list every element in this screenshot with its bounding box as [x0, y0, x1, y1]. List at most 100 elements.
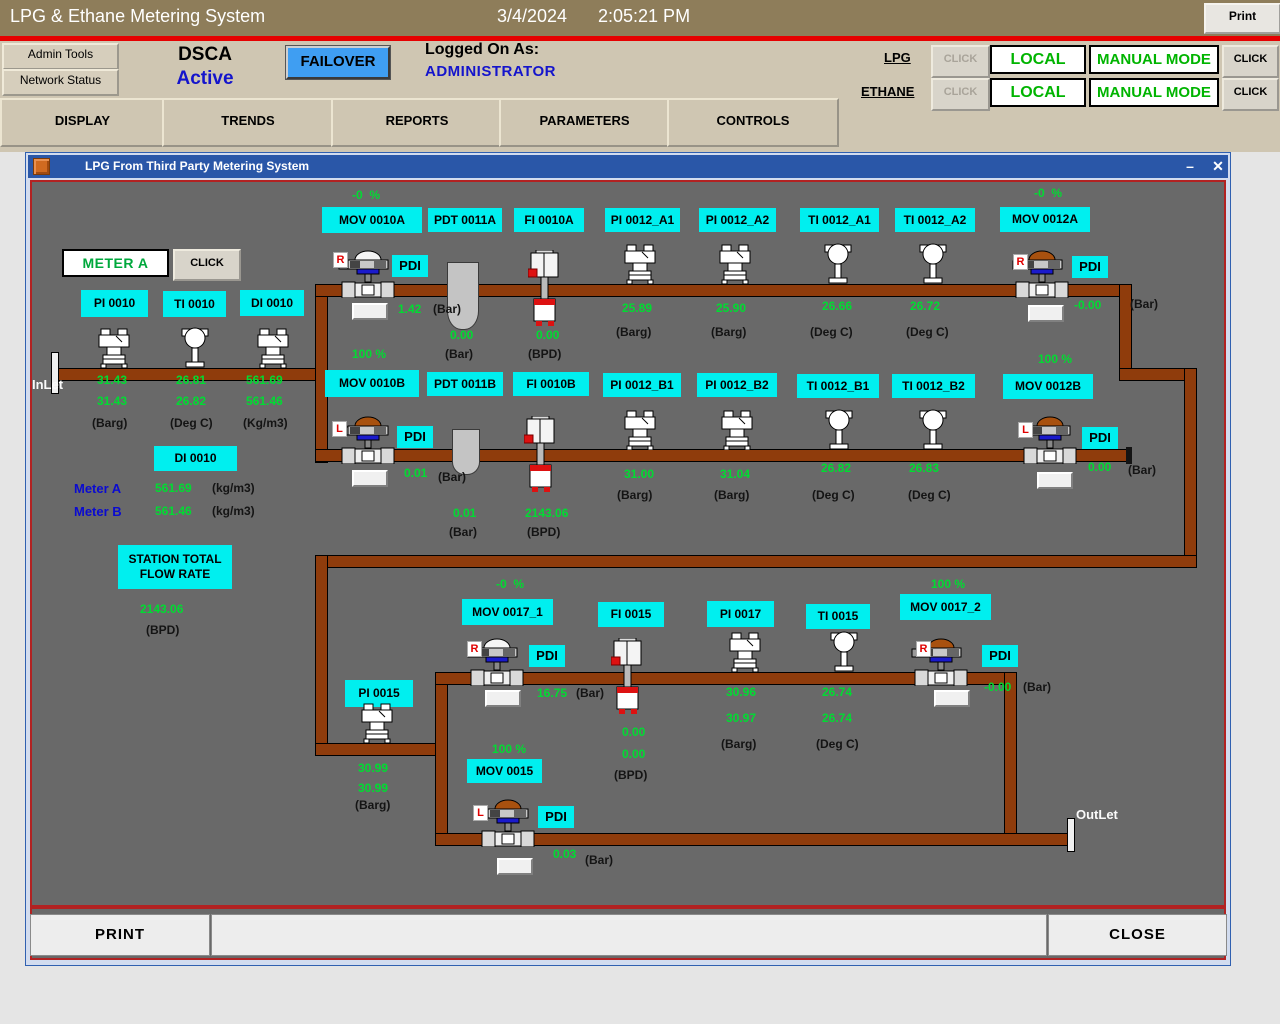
unit-text: (Barg) [721, 737, 756, 751]
equipment-label-station-total-flow-rate[interactable]: STATION TOTAL FLOW RATE [118, 545, 232, 589]
equipment-label-fi-0015[interactable]: FI 0015 [598, 602, 664, 627]
equipment-label-pi-0010[interactable]: PI 0010 [81, 290, 148, 317]
pdt-tank [447, 262, 479, 330]
equipment-label-mov-0010b[interactable]: MOV 0010B [325, 370, 419, 397]
fi-instrument [524, 416, 558, 496]
ti-instrument [830, 630, 858, 672]
unit-text: (Deg C) [906, 325, 949, 339]
unit-text: (Kg/m3) [243, 416, 288, 430]
pi-instrument [622, 410, 658, 450]
pdi-label-mov-0017-2[interactable]: PDI [982, 645, 1018, 667]
equipment-label-pi-0012-b2[interactable]: PI 0012_B2 [697, 373, 777, 397]
value-display-box [352, 303, 388, 320]
value-text: 30.97 [726, 711, 756, 725]
value-display-box [485, 690, 521, 707]
unit-text: (Bar) [449, 525, 477, 539]
pdi-label-mov-0010b[interactable]: PDI [397, 426, 433, 448]
pipe-segment [435, 672, 448, 846]
equipment-label-di-0010[interactable]: DI 0010 [240, 290, 304, 316]
unit-text: (Barg) [714, 488, 749, 502]
equipment-label-mov-0010a[interactable]: MOV 0010A [322, 207, 422, 233]
equipment-label-fi-0010a[interactable]: FI 0010A [514, 208, 584, 232]
value-text: -0 % [1034, 186, 1062, 200]
equipment-label-pdt-0011b[interactable]: PDT 0011B [427, 372, 503, 396]
value-display-box [1028, 305, 1064, 322]
valve-mode-indicator-mov-0010b: L [332, 421, 347, 437]
equipment-label-fi-0010b[interactable]: FI 0010B [513, 372, 589, 396]
pipe-segment [1184, 368, 1197, 568]
unit-text: (BPD) [527, 525, 560, 539]
equipment-label-ti-0012-b1[interactable]: TI 0012_B1 [797, 374, 879, 398]
pdi-label-mov-0012a[interactable]: PDI [1072, 256, 1108, 278]
value-text: 100 % [492, 742, 526, 756]
equipment-label-mov-0015[interactable]: MOV 0015 [467, 759, 542, 783]
pdi-label-mov-0017-1[interactable]: PDI [529, 645, 565, 667]
value-text: 100 % [352, 347, 386, 361]
pipe-segment [315, 449, 1129, 462]
value-display-box [1037, 472, 1073, 489]
value-text: 26.72 [910, 299, 940, 313]
value-text: 0.01 [453, 506, 476, 520]
unit-text: (Barg) [617, 488, 652, 502]
meter-select-click-button[interactable]: CLICK [173, 249, 241, 281]
pdi-label-mov-0012b[interactable]: PDI [1082, 427, 1118, 449]
pipe-segment [1004, 672, 1017, 846]
value-text: 31.43 [97, 373, 127, 387]
pdi-label-mov-0010a[interactable]: PDI [392, 255, 428, 277]
equipment-label-pi-0012-a2[interactable]: PI 0012_A2 [699, 208, 776, 232]
pdt-tank [452, 429, 480, 475]
equipment-label-mov-0017-1[interactable]: MOV 0017_1 [462, 599, 553, 625]
valve-mode-indicator-mov-0012b: L [1018, 422, 1033, 438]
value-text: -0.00 [984, 680, 1011, 694]
ti-instrument [919, 242, 947, 284]
unit-text: (Barg) [92, 416, 127, 430]
ti-instrument [919, 408, 947, 450]
value-text: 26.74 [822, 711, 852, 725]
value-text: 0.01 [404, 466, 427, 480]
value-text: 25.90 [716, 301, 746, 315]
unit-text: (Deg C) [812, 488, 855, 502]
equipment-label-ti-0012-a1[interactable]: TI 0012_A1 [800, 208, 879, 232]
value-text: 26.81 [176, 373, 206, 387]
pi-instrument [727, 632, 763, 672]
meter-name-text: Meter B [74, 504, 122, 519]
unit-text: (Bar) [438, 470, 466, 484]
value-text: 31.43 [97, 394, 127, 408]
value-text: 30.99 [358, 781, 388, 795]
pdi-label-mov-0015[interactable]: PDI [538, 806, 574, 828]
unit-text: (kg/m3) [212, 481, 255, 495]
unit-text: (Deg C) [810, 325, 853, 339]
equipment-label-pdt-0011a[interactable]: PDT 0011A [428, 208, 502, 232]
unit-text: (BPD) [146, 623, 179, 637]
value-text: 25.89 [622, 301, 652, 315]
value-text: 1.42 [398, 302, 421, 316]
pi-instrument [255, 328, 291, 368]
value-text: 26.82 [821, 461, 851, 475]
valve-mode-indicator-mov-0012a: R [1013, 254, 1028, 270]
equipment-label-pi-0017[interactable]: PI 0017 [707, 601, 774, 627]
equipment-label-pi-0012-b1[interactable]: PI 0012_B1 [603, 373, 681, 397]
ti-instrument [824, 242, 852, 284]
value-text: 100 % [1038, 352, 1072, 366]
value-display-box [934, 690, 970, 707]
value-text: 561.69 [155, 481, 192, 495]
equipment-label-ti-0012-b2[interactable]: TI 0012_B2 [892, 374, 975, 398]
meter-name-text: Meter A [74, 481, 121, 496]
equipment-label-ti-0010[interactable]: TI 0010 [163, 291, 226, 317]
unit-text: (Bar) [1130, 297, 1158, 311]
valve-mode-indicator-mov-0017-1: R [467, 641, 482, 657]
unit-text: (Barg) [355, 798, 390, 812]
value-text: 30.99 [358, 761, 388, 775]
fi-instrument [611, 638, 645, 718]
value-text: 0.00 [622, 725, 645, 739]
equipment-label-ti-0015[interactable]: TI 0015 [806, 604, 870, 629]
pi-instrument [96, 328, 132, 368]
equipment-label-mov-0012a[interactable]: MOV 0012A [1000, 207, 1090, 232]
equipment-label-di-0010[interactable]: DI 0010 [154, 446, 237, 471]
equipment-label-ti-0012-a2[interactable]: TI 0012_A2 [895, 208, 975, 232]
value-text: 26.66 [822, 299, 852, 313]
equipment-label-pi-0012-a1[interactable]: PI 0012_A1 [605, 208, 680, 232]
unit-text: (Bar) [433, 302, 461, 316]
equipment-label-mov-0017-2[interactable]: MOV 0017_2 [900, 594, 991, 620]
equipment-label-mov-0012b[interactable]: MOV 0012B [1003, 374, 1093, 399]
